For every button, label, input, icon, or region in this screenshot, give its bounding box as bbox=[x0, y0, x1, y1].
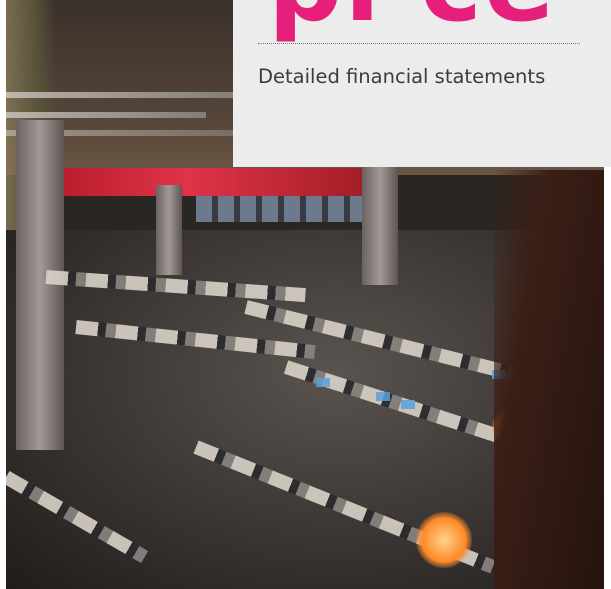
photo-right-wall bbox=[494, 170, 604, 589]
photo-monitor bbox=[401, 400, 415, 409]
dotted-divider bbox=[258, 43, 580, 44]
photo-screen-wall bbox=[196, 196, 366, 222]
section-subtitle: Detailed financial statements bbox=[258, 65, 546, 88]
photo-monitor bbox=[316, 378, 330, 387]
photo-red-signage bbox=[56, 168, 386, 196]
photo-pillar bbox=[156, 185, 182, 275]
photo-monitor bbox=[376, 392, 390, 401]
photo-pillar bbox=[16, 120, 64, 450]
photo-pillar bbox=[362, 165, 398, 285]
photo-lamp bbox=[416, 512, 472, 568]
section-heading: pi ce bbox=[268, 0, 556, 36]
photo-ceiling-beam bbox=[6, 112, 206, 118]
photo-ceiling-beam bbox=[6, 92, 246, 98]
